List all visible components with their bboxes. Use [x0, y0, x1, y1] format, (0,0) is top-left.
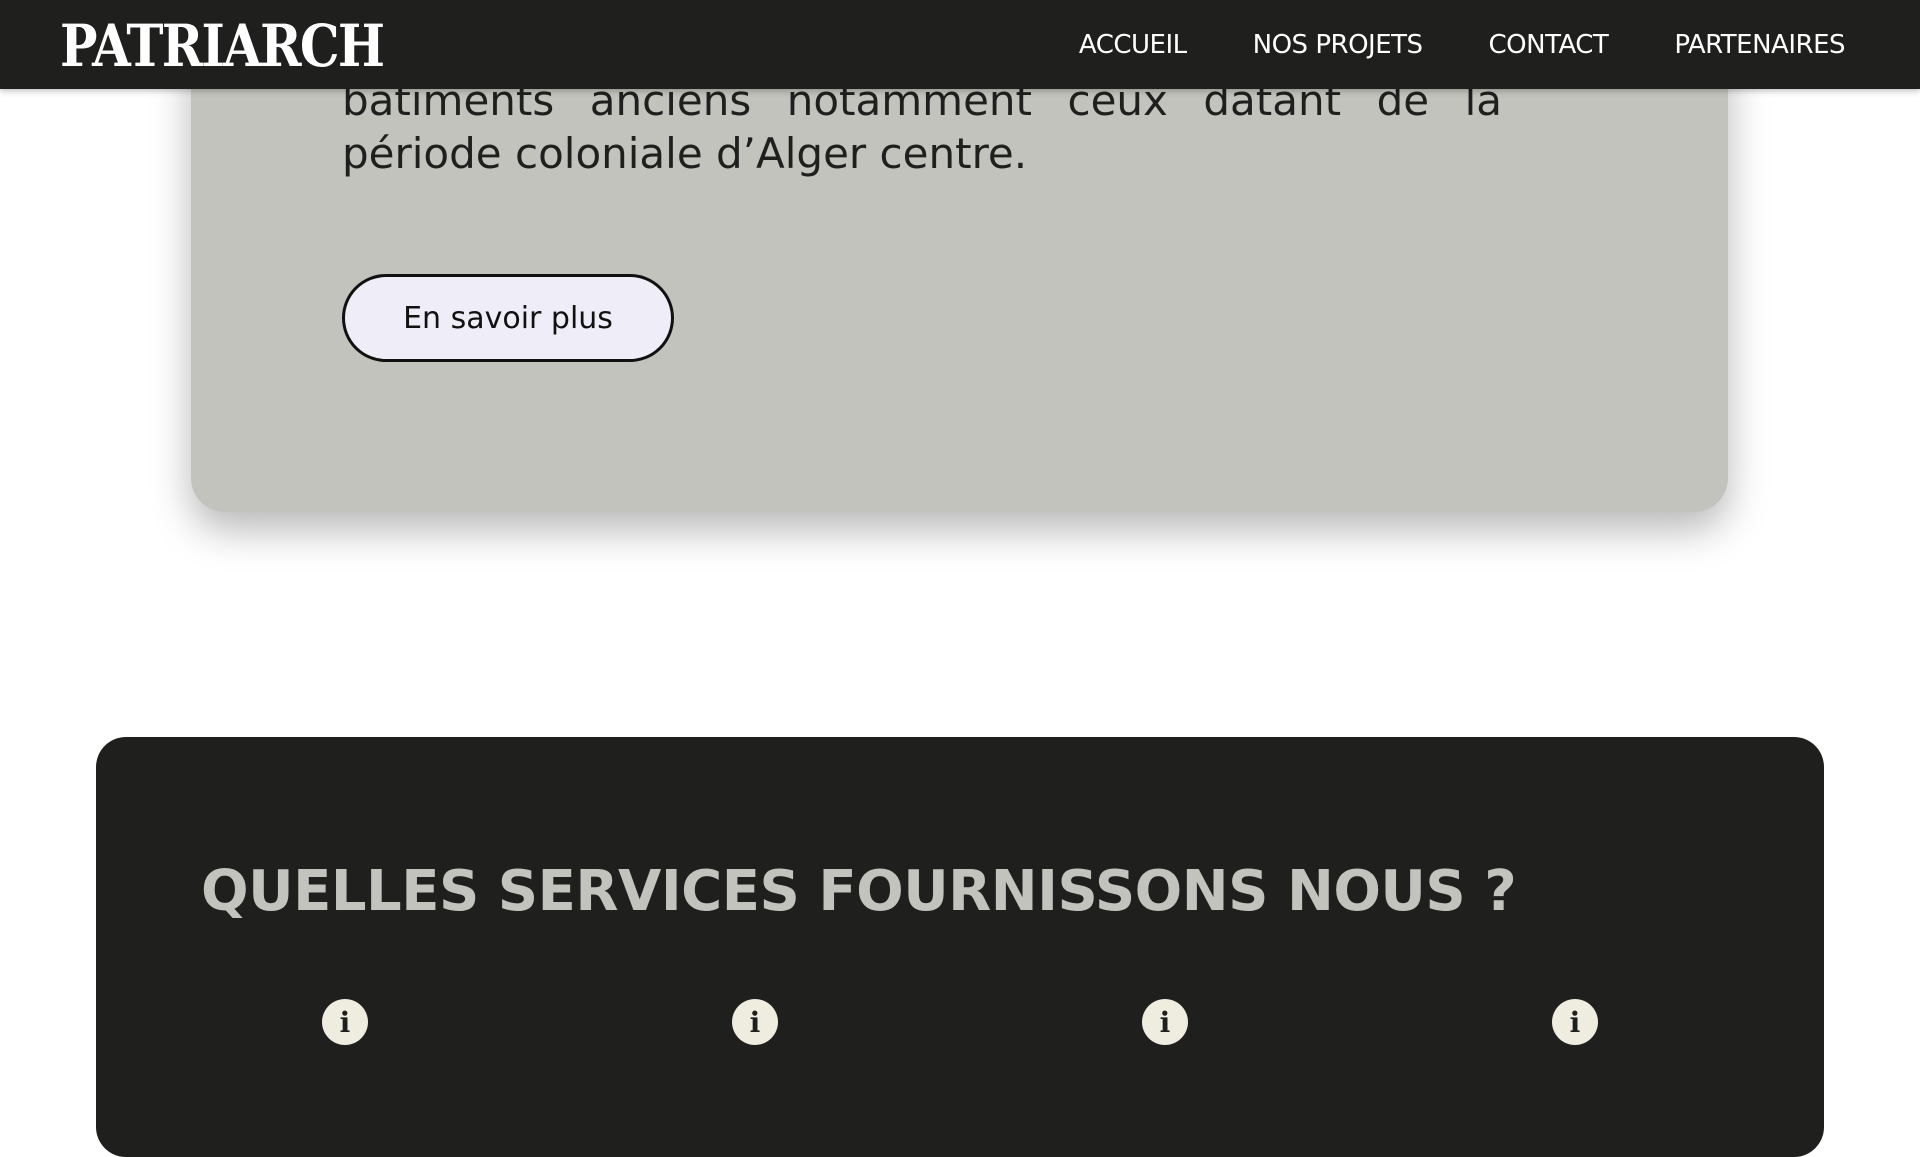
hero-description: bâtiments anciens notamment ceux datant …: [342, 76, 1502, 178]
info-icon[interactable]: i: [732, 999, 778, 1045]
nav-link-partenaires[interactable]: PARTENAIRES: [1674, 30, 1845, 60]
site-logo[interactable]: PATRIARCH: [60, 10, 385, 82]
services-title: QUELLES SERVICES FOURNISSONS NOUS ?: [201, 859, 1517, 924]
nav-link-contact[interactable]: CONTACT: [1489, 30, 1609, 60]
nav-link-accueil[interactable]: ACCUEIL: [1079, 30, 1187, 60]
nav-link-nos-projets[interactable]: NOS PROJETS: [1253, 30, 1423, 60]
services-section: QUELLES SERVICES FOURNISSONS NOUS ? i i …: [96, 737, 1824, 1157]
info-icon[interactable]: i: [1552, 999, 1598, 1045]
site-header: PATRIARCH ACCUEIL NOS PROJETS CONTACT PA…: [0, 0, 1920, 89]
main-nav: ACCUEIL NOS PROJETS CONTACT PARTENAIRES: [1079, 0, 1846, 89]
learn-more-button[interactable]: En savoir plus: [342, 274, 674, 362]
info-icon[interactable]: i: [1142, 999, 1188, 1045]
info-icon[interactable]: i: [322, 999, 368, 1045]
